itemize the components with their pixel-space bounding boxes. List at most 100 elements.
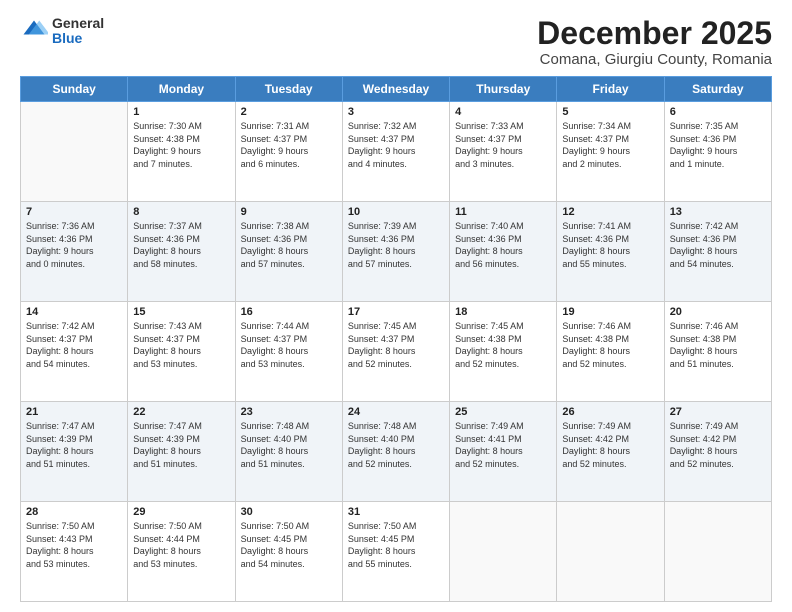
table-row: 9Sunrise: 7:38 AMSunset: 4:36 PMDaylight…: [235, 202, 342, 302]
col-tuesday: Tuesday: [235, 77, 342, 102]
day-number: 16: [241, 306, 337, 318]
table-row: 3 Sunrise: 7:32 AMSunset: 4:37 PMDaylight…: [342, 102, 449, 202]
table-row: 20Sunrise: 7:46 AMSunset: 4:38 PMDayligh…: [664, 302, 771, 402]
header-row: Sunday Monday Tuesday Wednesday Thursday…: [21, 77, 772, 102]
day-number: 27: [670, 406, 766, 418]
day-number: 21: [26, 406, 122, 418]
day-info: Sunrise: 7:49 AMSunset: 4:42 PMDaylight:…: [562, 420, 658, 470]
logo-blue-label: Blue: [52, 31, 104, 46]
table-row: 12 Sunrise: 7:41 AMSunset: 4:36 PMDayligh…: [557, 202, 664, 302]
day-number: 31: [348, 506, 444, 518]
table-row: 29Sunrise: 7:50 AMSunset: 4:44 PMDayligh…: [128, 502, 235, 602]
col-monday: Monday: [128, 77, 235, 102]
title-block: December 2025 Comana, Giurgiu County, Ro…: [537, 16, 772, 68]
day-number: 7: [26, 206, 122, 218]
calendar-header: Sunday Monday Tuesday Wednesday Thursday…: [21, 77, 772, 102]
table-row: [21, 102, 128, 202]
table-row: 16Sunrise: 7:44 AMSunset: 4:37 PMDayligh…: [235, 302, 342, 402]
day-number: 12: [562, 206, 658, 218]
day-info: Sunrise: 7:50 AMSunset: 4:43 PMDaylight:…: [26, 520, 122, 570]
table-row: 24 Sunrise: 7:48 AMSunset: 4:40 PMDayligh…: [342, 402, 449, 502]
day-number: 30: [241, 506, 337, 518]
table-row: [664, 502, 771, 602]
day-number: 14: [26, 306, 122, 318]
col-saturday: Saturday: [664, 77, 771, 102]
col-sunday: Sunday: [21, 77, 128, 102]
title-month: December 2025: [537, 16, 772, 51]
day-number: 25: [455, 406, 551, 418]
day-info: Sunrise: 7:33 AMSunset: 4:37 PMDaylight:…: [455, 120, 551, 170]
table-row: 15Sunrise: 7:43 AMSunset: 4:37 PMDayligh…: [128, 302, 235, 402]
day-info: Sunrise: 7:46 AMSunset: 4:38 PMDaylight:…: [670, 320, 766, 370]
col-friday: Friday: [557, 77, 664, 102]
table-row: 27 Sunrise: 7:49 AMSunset: 4:42 PMDayligh…: [664, 402, 771, 502]
day-info: Sunrise: 7:48 AMSunset: 4:40 PMDaylight:…: [348, 420, 444, 470]
day-number: 1: [133, 106, 229, 118]
table-row: 23Sunrise: 7:48 AMSunset: 4:40 PMDayligh…: [235, 402, 342, 502]
day-info: Sunrise: 7:34 AMSunset: 4:37 PMDaylight:…: [562, 120, 658, 170]
day-info: Sunrise: 7:45 AMSunset: 4:38 PMDaylight:…: [455, 320, 551, 370]
table-row: 2 Sunrise: 7:31 AMSunset: 4:37 PMDaylight…: [235, 102, 342, 202]
day-info: Sunrise: 7:32 AMSunset: 4:37 PMDaylight:…: [348, 120, 444, 170]
day-info: Sunrise: 7:42 AMSunset: 4:36 PMDaylight:…: [670, 220, 766, 270]
table-row: 4 Sunrise: 7:33 AMSunset: 4:37 PMDaylight…: [450, 102, 557, 202]
day-number: 24: [348, 406, 444, 418]
day-number: 28: [26, 506, 122, 518]
calendar-week-row: 21Sunrise: 7:47 AMSunset: 4:39 PMDayligh…: [21, 402, 772, 502]
table-row: 31 Sunrise: 7:50 AMSunset: 4:45 PMDayligh…: [342, 502, 449, 602]
calendar-week-row: 14 Sunrise: 7:42 AMSunset: 4:37 PMDayligh…: [21, 302, 772, 402]
table-row: 17 Sunrise: 7:45 AMSunset: 4:37 PMDayligh…: [342, 302, 449, 402]
table-row: [557, 502, 664, 602]
logo-text: General Blue: [52, 16, 104, 47]
table-row: 21Sunrise: 7:47 AMSunset: 4:39 PMDayligh…: [21, 402, 128, 502]
day-number: 4: [455, 106, 551, 118]
table-row: [450, 502, 557, 602]
day-info: Sunrise: 7:45 AMSunset: 4:37 PMDaylight:…: [348, 320, 444, 370]
table-row: 1 Sunrise: 7:30 AMSunset: 4:38 PMDaylight…: [128, 102, 235, 202]
day-number: 3: [348, 106, 444, 118]
day-number: 29: [133, 506, 229, 518]
col-wednesday: Wednesday: [342, 77, 449, 102]
logo: General Blue: [20, 16, 104, 47]
day-number: 8: [133, 206, 229, 218]
day-info: Sunrise: 7:49 AMSunset: 4:42 PMDaylight:…: [670, 420, 766, 470]
day-number: 17: [348, 306, 444, 318]
day-number: 22: [133, 406, 229, 418]
table-row: 11 Sunrise: 7:40 AMSunset: 4:36 PMDayligh…: [450, 202, 557, 302]
table-row: 7 Sunrise: 7:36 AMSunset: 4:36 PMDaylight…: [21, 202, 128, 302]
logo-general-label: General: [52, 16, 104, 31]
header: General Blue December 2025 Comana, Giurg…: [20, 16, 772, 68]
table-row: 8Sunrise: 7:37 AMSunset: 4:36 PMDaylight…: [128, 202, 235, 302]
table-row: 14 Sunrise: 7:42 AMSunset: 4:37 PMDayligh…: [21, 302, 128, 402]
day-info: Sunrise: 7:46 AMSunset: 4:38 PMDaylight:…: [562, 320, 658, 370]
calendar-week-row: 28 Sunrise: 7:50 AMSunset: 4:43 PMDayligh…: [21, 502, 772, 602]
day-number: 11: [455, 206, 551, 218]
day-info: Sunrise: 7:50 AMSunset: 4:45 PMDaylight:…: [241, 520, 337, 570]
day-info: Sunrise: 7:36 AMSunset: 4:36 PMDaylight:…: [26, 220, 122, 270]
day-info: Sunrise: 7:50 AMSunset: 4:45 PMDaylight:…: [348, 520, 444, 570]
table-row: 5Sunrise: 7:34 AMSunset: 4:37 PMDaylight…: [557, 102, 664, 202]
day-info: Sunrise: 7:30 AMSunset: 4:38 PMDaylight:…: [133, 120, 229, 170]
logo-icon: [20, 17, 48, 45]
day-number: 19: [562, 306, 658, 318]
day-number: 2: [241, 106, 337, 118]
day-number: 26: [562, 406, 658, 418]
calendar-body: 1 Sunrise: 7:30 AMSunset: 4:38 PMDaylight…: [21, 102, 772, 602]
table-row: 26 Sunrise: 7:49 AMSunset: 4:42 PMDayligh…: [557, 402, 664, 502]
day-number: 13: [670, 206, 766, 218]
table-row: 6Sunrise: 7:35 AMSunset: 4:36 PMDaylight…: [664, 102, 771, 202]
page: General Blue December 2025 Comana, Giurg…: [0, 0, 792, 612]
calendar-table: Sunday Monday Tuesday Wednesday Thursday…: [20, 76, 772, 602]
day-info: Sunrise: 7:41 AMSunset: 4:36 PMDaylight:…: [562, 220, 658, 270]
day-info: Sunrise: 7:40 AMSunset: 4:36 PMDaylight:…: [455, 220, 551, 270]
table-row: 25Sunrise: 7:49 AMSunset: 4:41 PMDayligh…: [450, 402, 557, 502]
day-info: Sunrise: 7:31 AMSunset: 4:37 PMDaylight:…: [241, 120, 337, 170]
day-number: 23: [241, 406, 337, 418]
table-row: 13 Sunrise: 7:42 AMSunset: 4:36 PMDayligh…: [664, 202, 771, 302]
day-info: Sunrise: 7:42 AMSunset: 4:37 PMDaylight:…: [26, 320, 122, 370]
day-info: Sunrise: 7:39 AMSunset: 4:36 PMDaylight:…: [348, 220, 444, 270]
day-number: 18: [455, 306, 551, 318]
day-number: 9: [241, 206, 337, 218]
col-thursday: Thursday: [450, 77, 557, 102]
table-row: 18 Sunrise: 7:45 AMSunset: 4:38 PMDayligh…: [450, 302, 557, 402]
